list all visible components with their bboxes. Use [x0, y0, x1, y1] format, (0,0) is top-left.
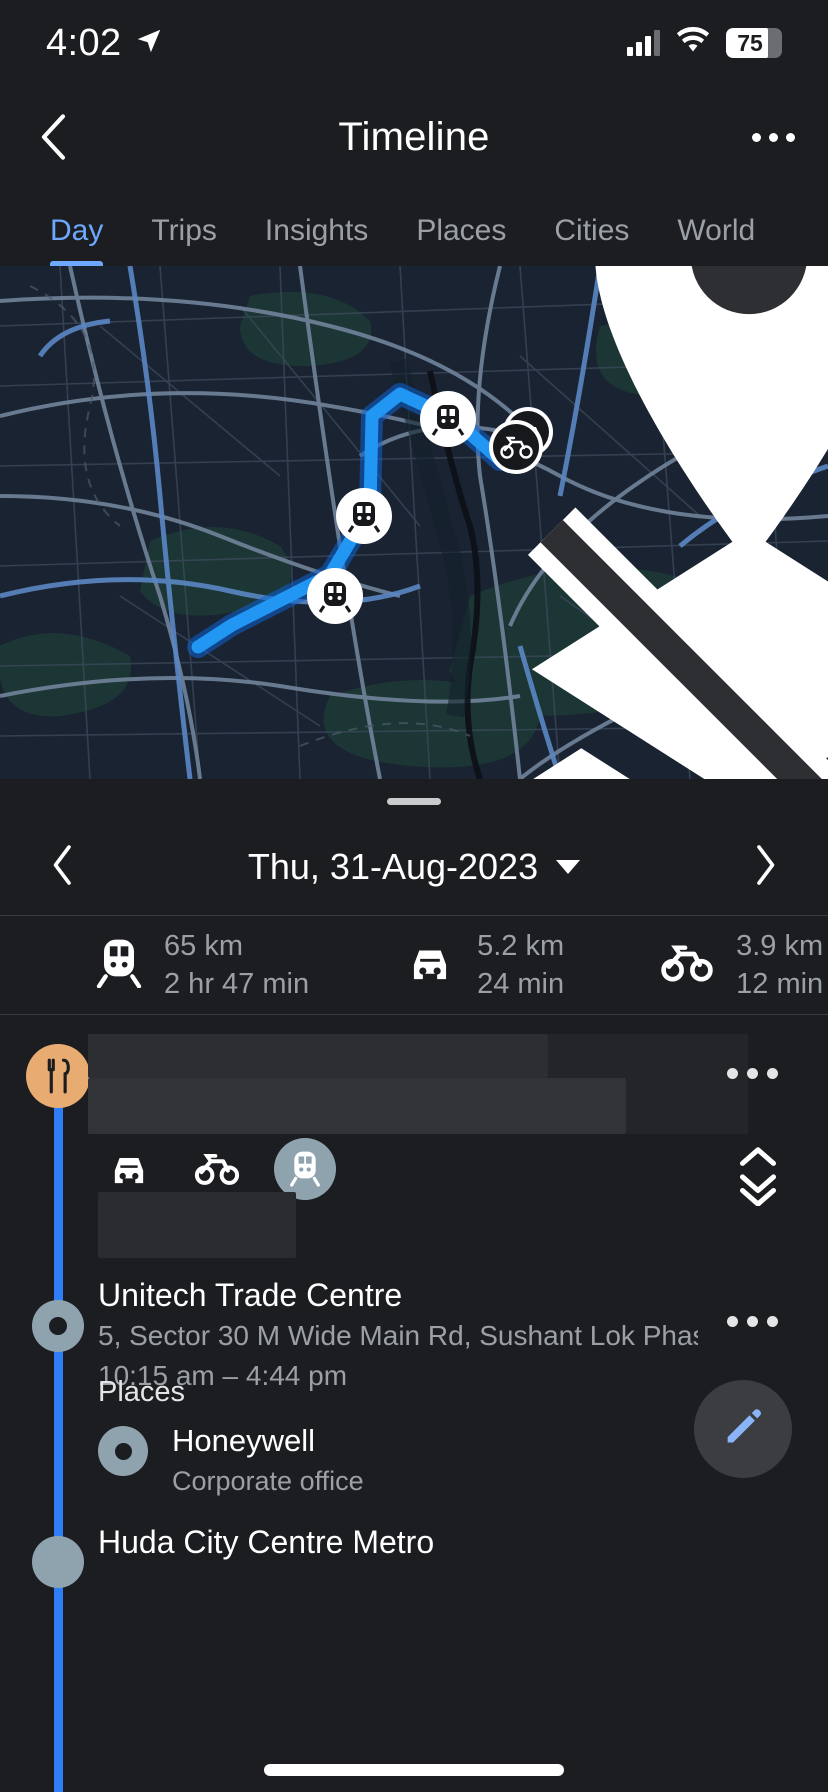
- wifi-icon: [676, 26, 710, 60]
- double-chevron-expand-icon: [736, 1147, 780, 1210]
- stat-train-duration: 2 hr 47 min: [164, 968, 310, 1000]
- sub-place-item[interactable]: Honeywell Corporate office: [98, 1420, 364, 1500]
- redacted-content-block: [88, 1034, 548, 1078]
- status-bar: 4:02 75: [0, 0, 828, 86]
- timeline-node-place: [32, 1300, 84, 1352]
- mode-car-option[interactable]: [98, 1138, 160, 1200]
- redacted-content-block: [88, 1078, 626, 1134]
- tab-trips[interactable]: Trips: [127, 214, 241, 266]
- stat-motorcycle-distance: 3.9 km: [736, 930, 824, 962]
- battery-indicator: 75: [726, 28, 782, 58]
- app-bar: Timeline: [0, 86, 828, 188]
- stat-train: 65 km 2 hr 47 min: [96, 927, 309, 1003]
- restaurant-icon: [26, 1044, 90, 1108]
- expand-collapse-button[interactable]: [736, 1144, 780, 1211]
- place-entry-overflow-button[interactable]: [727, 1316, 778, 1327]
- stat-train-text: 65 km 2 hr 47 min: [164, 927, 309, 1003]
- next-day-button[interactable]: [750, 842, 780, 893]
- place-name: Unitech Trade Centre: [98, 1277, 403, 1313]
- stat-car-distance: 5.2 km: [477, 930, 565, 962]
- caret-down-icon: [556, 860, 581, 874]
- mode-train-option[interactable]: [274, 1138, 336, 1200]
- daily-stats-row: 65 km 2 hr 47 min 5.2 km 24 min 3.9 km 1…: [0, 915, 828, 1015]
- battery-level: 75: [737, 29, 763, 56]
- timeline-node-last: [32, 1536, 84, 1588]
- previous-day-button[interactable]: [48, 842, 78, 893]
- tab-places[interactable]: Places: [392, 214, 530, 266]
- tab-cities[interactable]: Cities: [530, 214, 653, 266]
- sub-place-category: Corporate office: [172, 1466, 364, 1496]
- home-indicator: [264, 1764, 564, 1776]
- place-address: 5, Sector 30 M Wide Main Rd, Sushant Lok…: [98, 1320, 698, 1351]
- timeline-rail: [54, 1094, 63, 1792]
- tab-insights[interactable]: Insights: [241, 214, 392, 266]
- transport-mode-selector[interactable]: [98, 1138, 336, 1200]
- tab-bar[interactable]: Day Trips Insights Places Cities World: [0, 188, 828, 266]
- tab-world[interactable]: World: [653, 214, 779, 266]
- redacted-content-block: [98, 1192, 296, 1258]
- page-title: Timeline: [338, 114, 490, 159]
- map-view[interactable]: [0, 266, 828, 779]
- map-layers-off-button[interactable]: [527, 506, 828, 779]
- timeline-screen: 4:02 75 Timeline Day Trips Insights Plac…: [0, 0, 828, 1792]
- bottom-sheet-header: Thu, 31-Aug-2023: [0, 779, 828, 915]
- back-button[interactable]: [0, 110, 110, 164]
- layers-off-icon: [335, 472, 828, 779]
- sheet-grabber[interactable]: [387, 798, 441, 805]
- app-bar-overflow-button[interactable]: [718, 132, 828, 142]
- status-time: 4:02: [46, 21, 122, 64]
- stat-car-duration: 24 min: [477, 968, 565, 1000]
- tab-day[interactable]: Day: [26, 214, 127, 266]
- stat-car: 5.2 km 24 min: [405, 927, 564, 1003]
- motorcycle-icon: [660, 943, 714, 988]
- edit-fab-button[interactable]: [694, 1380, 792, 1478]
- place-dot-icon: [98, 1426, 148, 1476]
- status-bar-right: 75: [627, 26, 782, 60]
- redacted-content-block: [548, 1034, 748, 1078]
- place-time-range: 10:15 am – 4:44 pm: [98, 1360, 348, 1391]
- stat-motorcycle-text: 3.9 km 12 min: [736, 927, 823, 1003]
- status-bar-left: 4:02: [46, 22, 164, 65]
- date-navigation-bar: Thu, 31-Aug-2023: [0, 819, 828, 915]
- stat-motorcycle-duration: 12 min: [736, 968, 824, 1000]
- cellular-signal-icon: [627, 30, 660, 56]
- redacted-content-block: [626, 1078, 748, 1134]
- car-icon: [405, 941, 455, 990]
- food-entry-overflow-button[interactable]: [727, 1068, 778, 1079]
- stat-car-text: 5.2 km 24 min: [477, 927, 564, 1003]
- more-horizontal-icon: [751, 132, 795, 142]
- date-selector[interactable]: Thu, 31-Aug-2023: [247, 846, 581, 888]
- stat-train-distance: 65 km: [164, 930, 243, 962]
- location-arrow-icon: [134, 26, 164, 61]
- place-visit-entry[interactable]: Unitech Trade Centre 5, Sector 30 M Wide…: [98, 1274, 698, 1396]
- train-icon: [96, 938, 142, 993]
- places-section-heading: Places: [98, 1376, 186, 1408]
- sub-place-name: Honeywell: [172, 1423, 316, 1458]
- sub-place-text: Honeywell Corporate office: [172, 1420, 364, 1500]
- map-pin-button[interactable]: [595, 266, 828, 564]
- last-timeline-entry-name: Huda City Centre Metro: [98, 1524, 435, 1560]
- stat-motorcycle: 3.9 km 12 min: [660, 927, 823, 1003]
- date-label: Thu, 31-Aug-2023: [247, 846, 539, 887]
- mode-motorcycle-option[interactable]: [186, 1138, 248, 1200]
- edit-pencil-icon: [720, 1404, 766, 1455]
